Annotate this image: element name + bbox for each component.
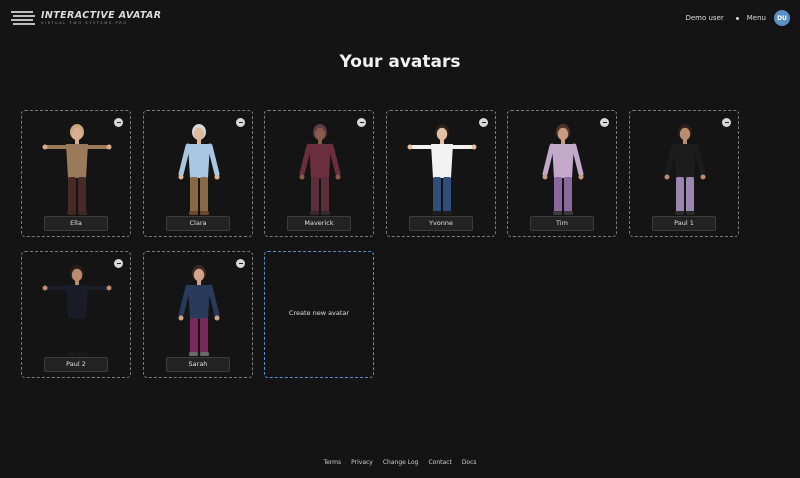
top-bar: INTERACTIVE AVATAR VIRTUAL TWO SYSTEMS P… bbox=[0, 0, 800, 40]
user-avatar[interactable]: DU bbox=[774, 10, 790, 26]
avatar-figure-image bbox=[542, 124, 584, 215]
footer-link-docs[interactable]: Docs bbox=[462, 459, 477, 466]
avatar-card-sarah[interactable]: Sarah bbox=[143, 251, 253, 378]
avatar-name-label: Clara bbox=[166, 216, 230, 231]
avatar-card-ella[interactable]: Ella bbox=[21, 110, 131, 237]
avatar-name-label: Yvonne bbox=[409, 216, 473, 231]
avatar-name-label: Ella bbox=[44, 216, 108, 231]
avatar-card-clara[interactable]: Clara bbox=[143, 110, 253, 237]
create-avatar-card[interactable]: Create new avatar bbox=[264, 251, 374, 378]
avatar-card-maverick[interactable]: Maverick bbox=[264, 110, 374, 237]
avatar-figure-image bbox=[42, 124, 112, 215]
footer-link-terms[interactable]: Terms bbox=[323, 459, 341, 466]
create-avatar-label: Create new avatar bbox=[288, 309, 350, 317]
page-title: Your avatars bbox=[339, 52, 461, 72]
separator-dot-icon bbox=[735, 16, 739, 20]
menu-button[interactable]: Menu bbox=[747, 14, 766, 22]
avatar-name-label: Paul 2 bbox=[44, 357, 108, 372]
avatar-name-label: Maverick bbox=[287, 216, 351, 231]
avatar-figure-image bbox=[178, 124, 220, 215]
user-name[interactable]: Demo user bbox=[685, 14, 723, 22]
avatar-card-tim[interactable]: Tim bbox=[507, 110, 617, 237]
footer-link-contact[interactable]: Contact bbox=[428, 459, 451, 466]
avatar-figure-image bbox=[664, 124, 706, 215]
avatar-card-paul-2[interactable]: Paul 2 bbox=[21, 251, 131, 378]
avatar-card-paul-1[interactable]: Paul 1 bbox=[629, 110, 739, 237]
avatar-name-label: Tim bbox=[530, 216, 594, 231]
avatar-card-yvonne[interactable]: Yvonne bbox=[386, 110, 496, 237]
footer: Terms Privacy Change Log Contact Docs bbox=[0, 459, 800, 466]
avatar-name-label: Sarah bbox=[166, 357, 230, 372]
avatar-figure-image bbox=[178, 265, 220, 356]
footer-link-change-log[interactable]: Change Log bbox=[383, 459, 419, 466]
avatar-name-label: Paul 1 bbox=[652, 216, 716, 231]
logo[interactable]: INTERACTIVE AVATAR VIRTUAL TWO SYSTEMS P… bbox=[10, 8, 161, 28]
avatar-figure-image bbox=[299, 124, 341, 215]
avatar-figure-image bbox=[407, 124, 477, 215]
footer-link-privacy[interactable]: Privacy bbox=[351, 459, 373, 466]
logo-subtitle: VIRTUAL TWO SYSTEMS PRO bbox=[41, 21, 128, 25]
logo-mark-icon bbox=[11, 11, 35, 25]
avatar-figure-image bbox=[42, 265, 112, 356]
logo-title: INTERACTIVE AVATAR bbox=[41, 10, 162, 21]
